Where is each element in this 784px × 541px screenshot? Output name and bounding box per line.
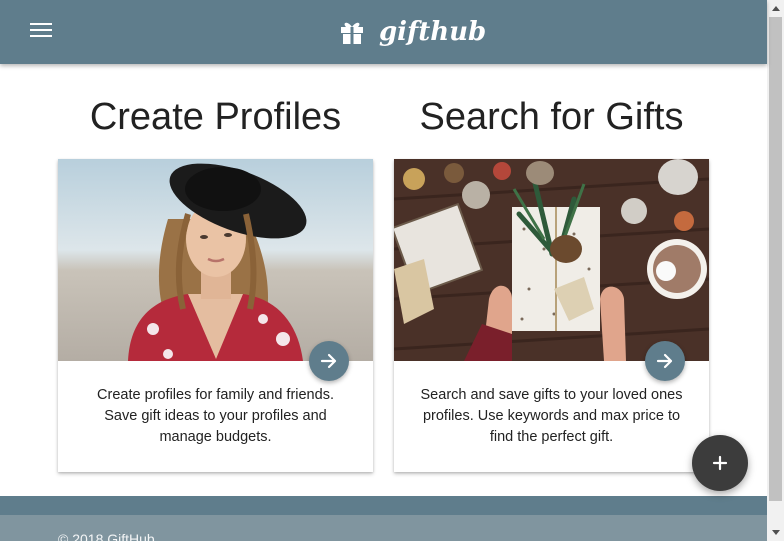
scroll-up-arrow-icon[interactable] xyxy=(767,0,784,17)
wrapped-gift-box-photo xyxy=(394,159,709,361)
vertical-scrollbar[interactable] xyxy=(767,0,784,541)
search-gifts-arrow-button[interactable] xyxy=(645,341,685,381)
create-profiles-title: Create Profiles xyxy=(89,96,342,138)
footer-band xyxy=(0,496,767,515)
search-gifts-card: Search and save gifts to your loved ones… xyxy=(394,159,709,472)
scroll-down-arrow-icon[interactable] xyxy=(767,524,784,541)
hamburger-menu-icon[interactable] xyxy=(30,23,52,41)
arrow-right-icon xyxy=(656,353,673,369)
search-gifts-title: Search for Gifts xyxy=(419,96,684,138)
create-profiles-card: Create profiles for family and friends. … xyxy=(58,159,373,472)
create-profiles-arrow-button[interactable] xyxy=(309,341,349,381)
brand-logo[interactable]: gifthub xyxy=(339,14,486,50)
gift-icon xyxy=(341,22,363,44)
page-footer: © 2018 GiftHub xyxy=(0,515,767,541)
top-navbar: gifthub xyxy=(0,0,767,64)
brand-name: gifthub xyxy=(379,17,487,47)
scrollbar-thumb[interactable] xyxy=(769,17,782,501)
footer-copyright: © 2018 GiftHub xyxy=(58,531,155,541)
plus-icon xyxy=(712,455,728,471)
woman-with-black-hat-photo xyxy=(58,159,373,361)
add-fab-button[interactable] xyxy=(692,435,748,491)
arrow-right-icon xyxy=(320,353,337,369)
